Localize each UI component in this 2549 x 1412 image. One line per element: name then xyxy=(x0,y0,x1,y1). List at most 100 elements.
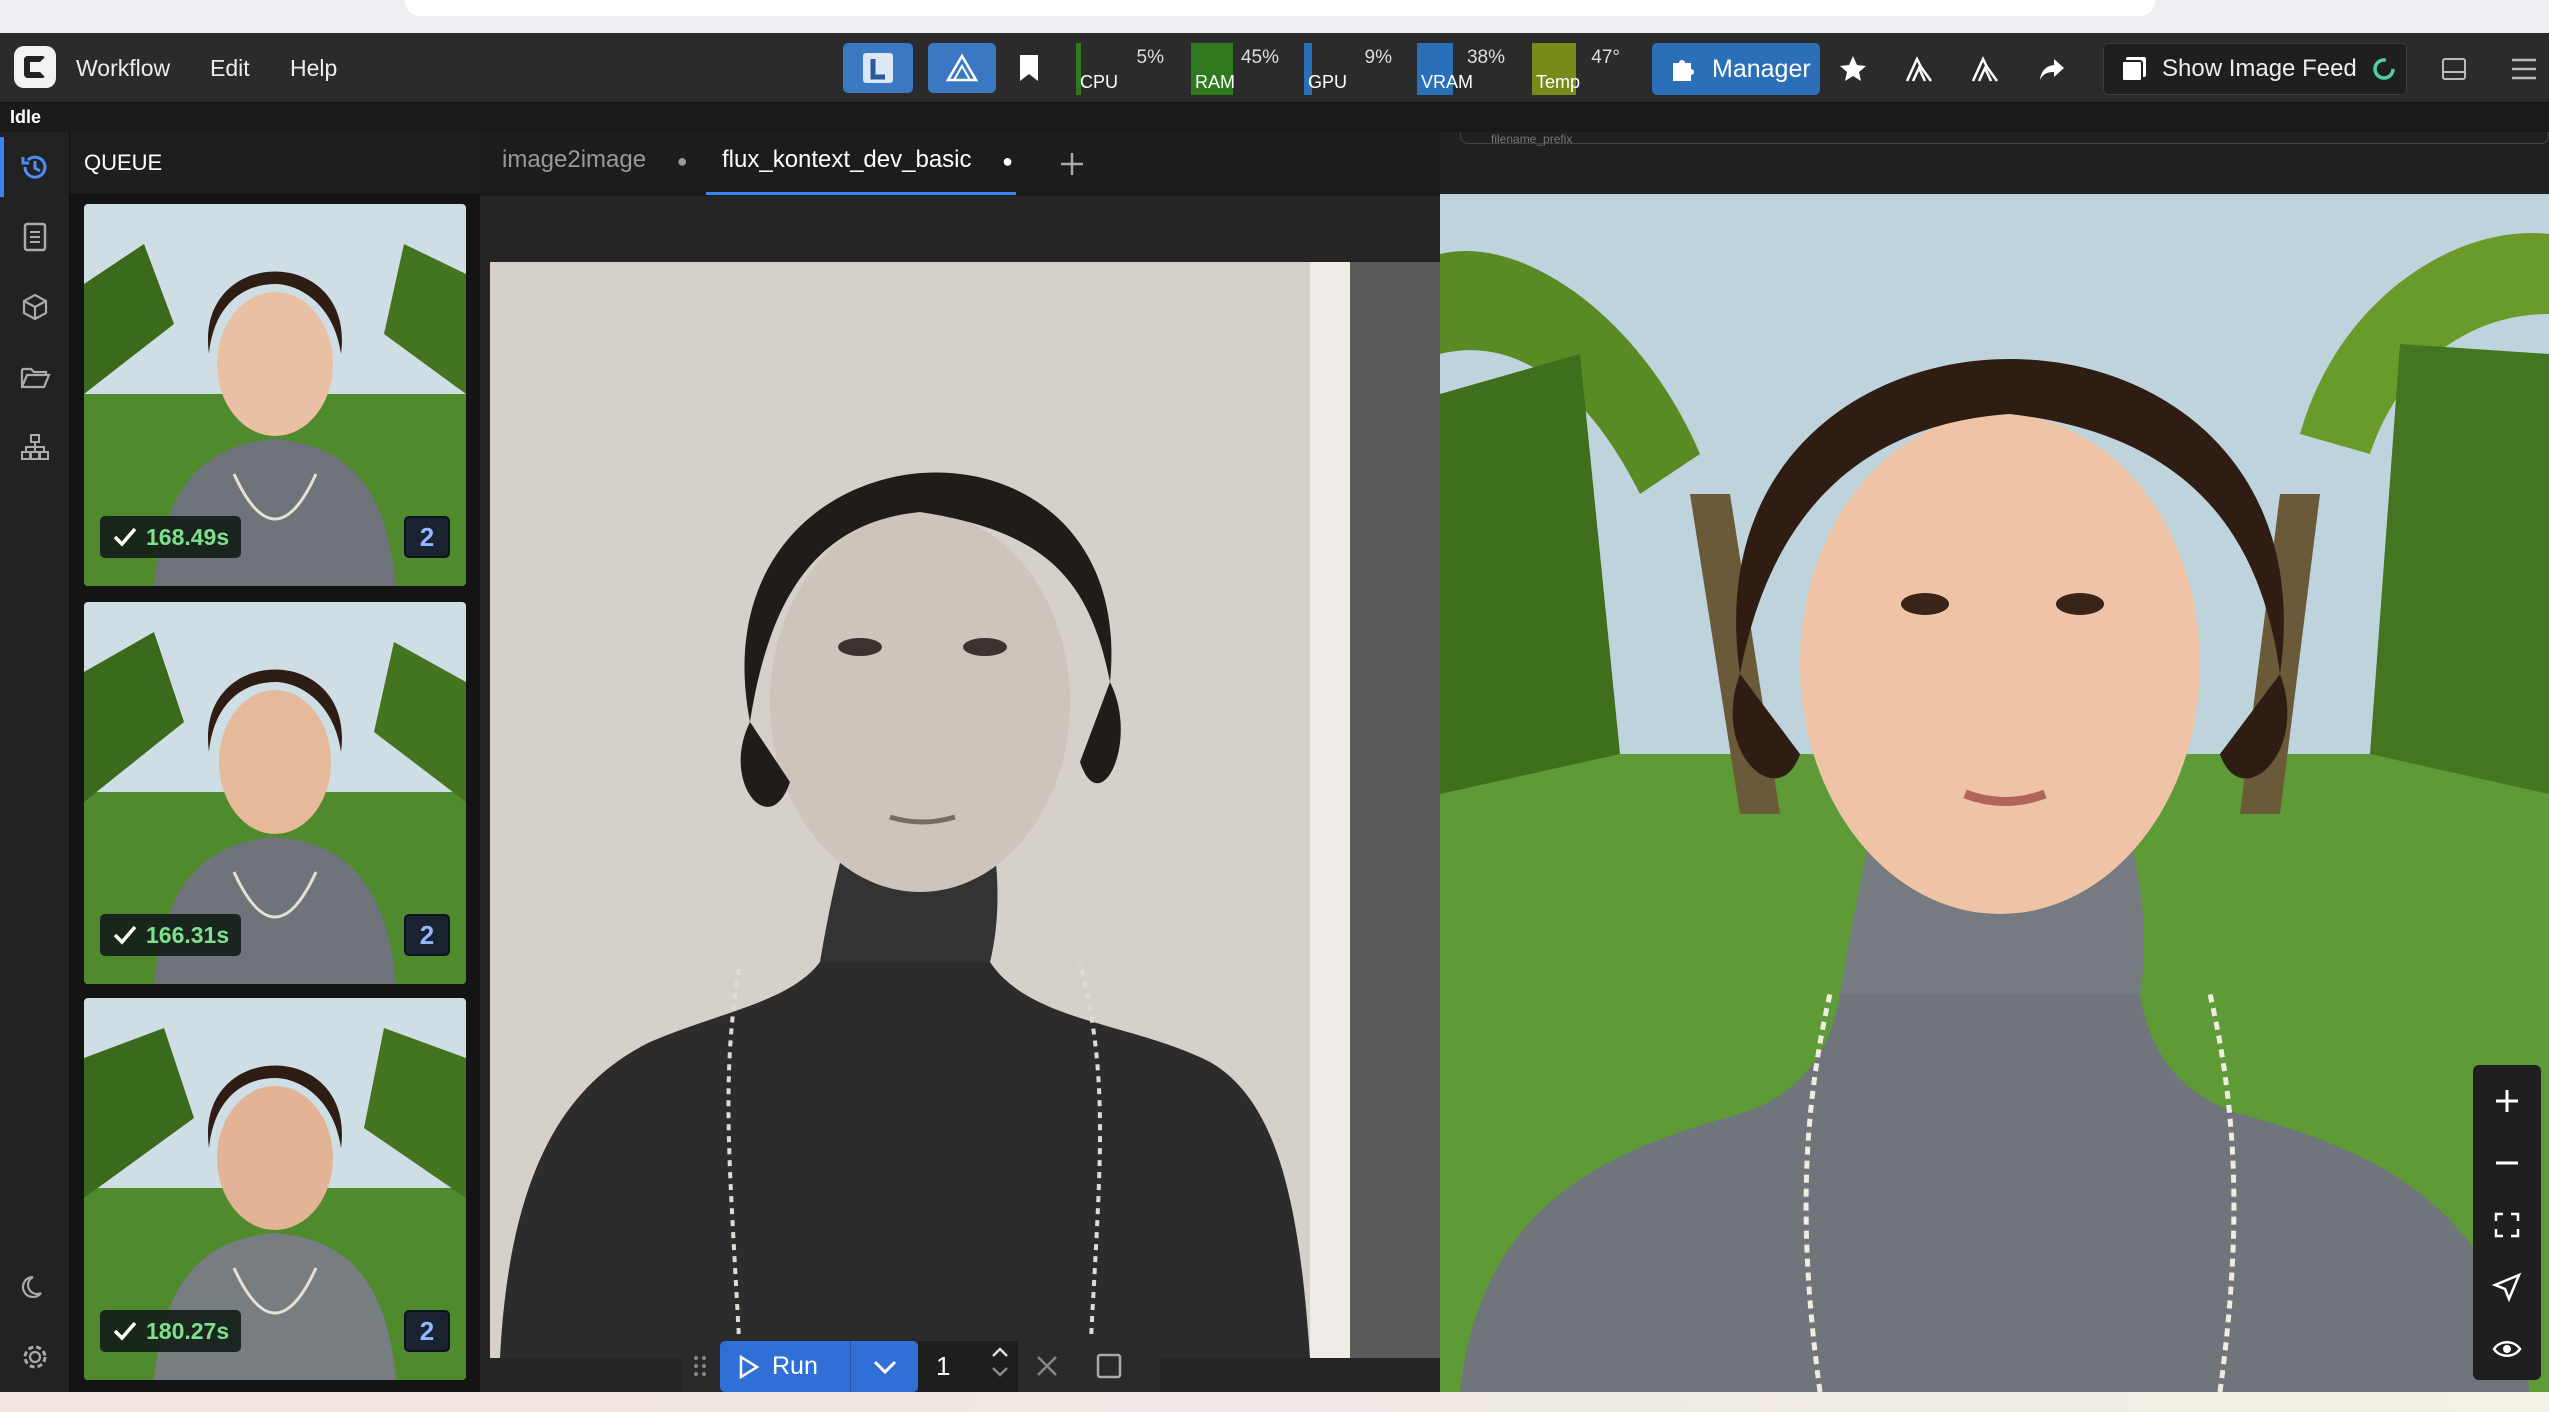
queue-item-count: 2 xyxy=(404,914,450,956)
queue-item-time: 168.49s xyxy=(146,523,230,550)
sidebar-item-workflows[interactable] xyxy=(15,357,55,397)
sidebar-item-models[interactable] xyxy=(15,287,55,327)
run-mode-dropdown[interactable] xyxy=(850,1341,918,1392)
settings-button[interactable] xyxy=(15,1337,55,1377)
queue-item-time-badge: 180.27s xyxy=(100,1310,242,1352)
queue-item-time-badge: 168.49s xyxy=(100,516,242,558)
sidebar-rail xyxy=(0,132,70,1392)
queue-item[interactable]: 168.49s 2 xyxy=(84,204,466,586)
stat-temp: 47° Temp xyxy=(1532,43,1626,95)
batch-count-value: 1 xyxy=(936,1351,951,1381)
chevron-down-icon[interactable] xyxy=(990,1365,1010,1379)
stat-ram-label: RAM xyxy=(1195,72,1235,92)
comfy-logo[interactable] xyxy=(14,46,56,88)
menu-edit[interactable]: Edit xyxy=(210,55,250,82)
queue-item-time-badge: 166.31s xyxy=(100,914,242,956)
workspace: image2image ● flux_kontext_dev_basic ● f… xyxy=(480,132,2549,1392)
model-button-b[interactable] xyxy=(1963,47,2007,91)
original-photo-image xyxy=(490,262,1440,1358)
history-icon xyxy=(21,155,47,179)
plus-icon xyxy=(1061,153,1083,175)
cancel-button[interactable] xyxy=(1032,1351,1062,1381)
navigation-arrow-icon xyxy=(2492,1272,2522,1302)
menu-workflow[interactable]: Workflow xyxy=(76,55,170,82)
l-letter-icon xyxy=(863,53,893,83)
hamburger-icon xyxy=(2512,58,2536,80)
stat-vram-label: VRAM xyxy=(1421,72,1474,92)
panel-layout-icon xyxy=(2442,58,2466,80)
queue-item-count: 2 xyxy=(404,516,450,558)
chevron-up-icon[interactable] xyxy=(990,1345,1010,1359)
queue-item[interactable]: 166.31s 2 xyxy=(84,602,466,984)
share-button[interactable] xyxy=(2030,47,2074,91)
tab-image2image[interactable]: image2image ● xyxy=(502,146,688,196)
stat-temp-percent: 47° xyxy=(1591,47,1620,68)
tab-label: flux_kontext_dev_basic xyxy=(722,146,972,173)
manager-button[interactable]: Manager xyxy=(1652,43,1820,95)
document-icon xyxy=(23,222,47,252)
moon-icon xyxy=(21,1275,42,1299)
batch-count-stepper[interactable] xyxy=(990,1345,1010,1379)
favorites-button[interactable] xyxy=(1831,47,1875,91)
cube-icon xyxy=(22,293,48,321)
stat-cpu-label: CPU xyxy=(1080,72,1119,92)
chevron-down-icon xyxy=(873,1360,896,1374)
bookmark-button[interactable] xyxy=(1004,43,1054,93)
browser-top-strip xyxy=(0,0,2549,33)
sidebar-item-queue[interactable] xyxy=(15,147,55,187)
zoom-out-button[interactable] xyxy=(2485,1141,2529,1185)
queue-item-time: 166.31s xyxy=(146,921,230,948)
star-icon xyxy=(1840,56,1866,81)
theme-toggle[interactable] xyxy=(15,1267,55,1307)
eye-icon xyxy=(2492,1341,2522,1357)
run-label: Run xyxy=(772,1352,818,1380)
stat-vram: 38% VRAM xyxy=(1417,43,1511,95)
check-icon xyxy=(113,925,137,945)
stop-button[interactable] xyxy=(1094,1351,1124,1381)
zoom-in-button[interactable] xyxy=(2485,1079,2529,1123)
stat-gpu: 9% GPU xyxy=(1304,43,1398,95)
unsaved-dot-icon: ● xyxy=(1002,151,1014,171)
run-toolbar: Run 1 xyxy=(682,1337,1160,1392)
tab-flux-kontext-dev-basic[interactable]: flux_kontext_dev_basic ● xyxy=(722,146,1013,196)
queue-title: QUEUE xyxy=(84,150,163,175)
plus-icon xyxy=(2496,1090,2518,1112)
play-icon xyxy=(739,1354,760,1379)
batch-count-input[interactable]: 1 xyxy=(918,1341,1018,1392)
menu-help[interactable]: Help xyxy=(290,55,337,82)
flux-a-icon xyxy=(1905,56,1933,82)
toggle-link-visibility-button[interactable] xyxy=(2485,1327,2529,1371)
canvas-zoom-controls xyxy=(2473,1065,2541,1380)
layout-button[interactable] xyxy=(843,43,913,93)
fit-view-button[interactable] xyxy=(2485,1203,2529,1247)
main-menu-button[interactable] xyxy=(2502,47,2546,91)
check-icon xyxy=(113,1321,137,1341)
status-text: Idle xyxy=(10,107,42,127)
flux-b-icon xyxy=(1971,56,1999,82)
filename-prefix-widget[interactable]: filename_prefix xyxy=(1460,132,2549,146)
show-image-feed-button[interactable]: Show Image Feed xyxy=(2103,43,2407,95)
refresh-icon xyxy=(2373,58,2395,80)
sidebar-item-templates[interactable] xyxy=(15,427,55,467)
run-button[interactable]: Run xyxy=(720,1341,850,1392)
square-icon xyxy=(1096,1353,1122,1379)
toggle-bottom-panel-button[interactable] xyxy=(2432,47,2476,91)
crystools-button[interactable] xyxy=(928,43,996,93)
stat-ram: 45% RAM xyxy=(1191,43,1285,95)
select-mode-button[interactable] xyxy=(2485,1265,2529,1309)
browser-address-bar[interactable] xyxy=(405,0,2155,16)
stat-gpu-label: GPU xyxy=(1308,72,1348,92)
unsaved-dot-icon: ● xyxy=(676,151,688,171)
sidebar-item-nodes[interactable] xyxy=(15,217,55,257)
drag-handle-icon[interactable] xyxy=(690,1353,710,1379)
model-button-a[interactable] xyxy=(1897,47,1941,91)
queue-item[interactable]: 180.27s 2 xyxy=(84,998,466,1380)
menubar: Workflow Edit Help 5% CPU 45% RAM 9% GPU… xyxy=(0,33,2549,103)
queue-panel: QUEUE 168.49s 2 166.31s 2 180.27s 2 xyxy=(70,132,480,1392)
workflow-tabbar: image2image ● flux_kontext_dev_basic ● xyxy=(480,132,1440,196)
puzzle-icon xyxy=(1673,60,1694,81)
new-tab-button[interactable] xyxy=(1052,144,1092,184)
bookmark-icon xyxy=(1020,55,1038,81)
gear-icon xyxy=(23,1345,47,1369)
share-arrow-icon xyxy=(2040,59,2064,80)
